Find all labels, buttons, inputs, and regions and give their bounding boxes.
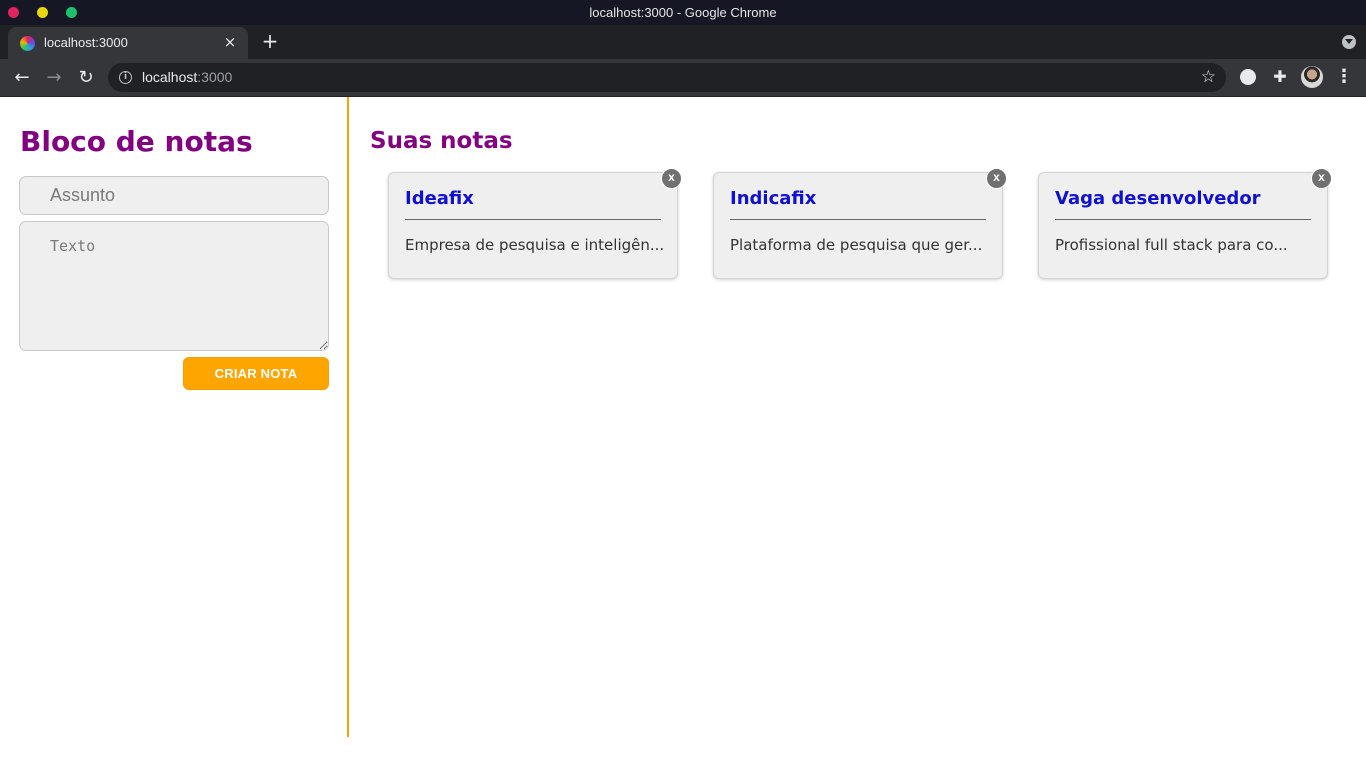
notes-heading: Suas notas: [370, 128, 513, 154]
extension-icon[interactable]: [1238, 67, 1258, 87]
delete-note-button[interactable]: x: [1311, 168, 1332, 189]
tab-search-icon[interactable]: [1342, 35, 1356, 49]
create-note-button[interactable]: CRIAR NOTA: [183, 357, 329, 390]
info-icon[interactable]: i: [119, 71, 132, 84]
note-card[interactable]: Vaga desenvolvedor Profissional full sta…: [1038, 168, 1332, 279]
browser-toolbar: ← → ↻ i localhost:3000 ☆ ✚ ⋮: [0, 59, 1366, 97]
note-title: Indicafix: [730, 188, 817, 209]
new-tab-button[interactable]: +: [258, 30, 282, 54]
url-host: localhost: [142, 69, 198, 85]
back-button[interactable]: ←: [10, 66, 34, 90]
page-content: Bloco de notas CRIAR NOTA Suas notas Ide…: [0, 97, 1366, 768]
delete-note-button[interactable]: x: [661, 168, 682, 189]
url-text[interactable]: localhost:3000: [142, 69, 232, 85]
tab-title: localhost:3000: [44, 35, 128, 50]
window-titlebar: localhost:3000 - Google Chrome: [0, 0, 1366, 25]
menu-icon[interactable]: ⋮: [1334, 67, 1354, 87]
tab-close-icon[interactable]: ×: [220, 32, 240, 52]
note-text: Plataforma de pesquisa que ger...: [730, 236, 983, 254]
note-text: Profissional full stack para co...: [1055, 236, 1288, 254]
address-bar[interactable]: i localhost:3000 ☆: [108, 63, 1226, 92]
delete-note-button[interactable]: x: [986, 168, 1007, 189]
text-input[interactable]: [19, 221, 329, 351]
note-title: Vaga desenvolvedor: [1055, 188, 1261, 209]
note-card[interactable]: Indicafix Plataforma de pesquisa que ger…: [713, 168, 1007, 279]
page-title: Bloco de notas: [20, 125, 253, 158]
note-text: Empresa de pesquisa e inteligên...: [405, 236, 663, 254]
note-divider: [405, 219, 661, 220]
note-title: Ideafix: [405, 188, 474, 209]
bookmark-star-icon[interactable]: ☆: [1201, 67, 1216, 87]
subject-input[interactable]: [19, 176, 329, 215]
forward-button[interactable]: →: [42, 66, 66, 90]
note-divider: [730, 219, 986, 220]
browser-tab[interactable]: localhost:3000 ×: [8, 27, 248, 59]
favicon-icon: [20, 36, 35, 51]
note-divider: [1055, 219, 1311, 220]
note-card[interactable]: Ideafix Empresa de pesquisa e inteligên.…: [388, 168, 682, 279]
puzzle-icon[interactable]: ✚: [1270, 67, 1290, 87]
tab-strip: localhost:3000 × +: [0, 25, 1366, 59]
profile-avatar[interactable]: [1301, 66, 1323, 88]
reload-button[interactable]: ↻: [74, 66, 98, 90]
url-port: :3000: [197, 69, 233, 85]
note-form-panel: Bloco de notas CRIAR NOTA: [0, 97, 349, 737]
window-title: localhost:3000 - Google Chrome: [589, 5, 777, 20]
